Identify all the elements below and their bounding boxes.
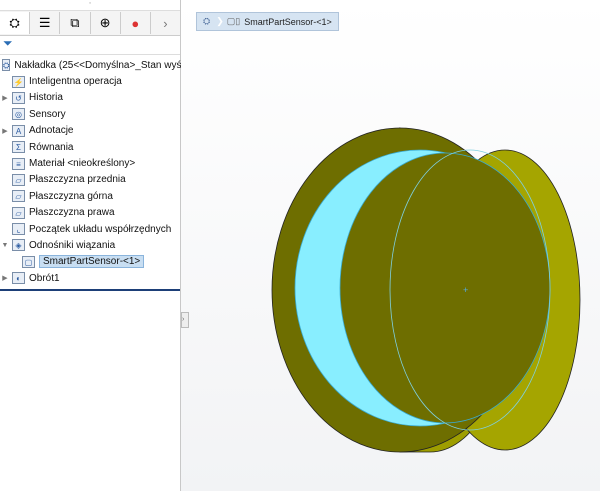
tree-item-label: Obrót1	[29, 272, 60, 284]
history-icon: ↺	[12, 91, 25, 104]
tree-item-label: SmartPartSensor-<1>	[39, 255, 145, 269]
tree-rollback-bar[interactable]	[0, 289, 180, 291]
material-icon: ≡	[12, 157, 25, 170]
part-icon: ⛭	[2, 59, 11, 72]
mate-reference-icon: ◈	[12, 239, 25, 252]
equation-icon: Σ	[12, 141, 25, 154]
tree-item[interactable]: ⌞ Początek układu współrzędnych	[0, 221, 180, 237]
tree-item-label: Równania	[29, 141, 74, 153]
tree-root-label: Nakładka (25<<Domyślna>_Stan wyświe	[14, 59, 197, 71]
tree-item[interactable]: ▶ ◐ Obrót1	[0, 270, 180, 286]
expand-arrow-icon[interactable]: ▶	[0, 274, 10, 282]
tab-feature-manager[interactable]: ⛭	[0, 12, 31, 34]
tree-item-label: Historia	[29, 92, 63, 104]
tree-item-label: Inteligentna operacja	[29, 76, 122, 88]
tree-item-label: Odnośniki wiązania	[29, 239, 116, 251]
plane-icon: ▱	[12, 206, 25, 219]
breadcrumb[interactable]: ⛭ ❯ ▢▯ SmartPartSensor-<1>	[196, 12, 339, 31]
filter-icon[interactable]: ⏷	[0, 36, 180, 55]
tree-item[interactable]: ▼ ◈ Odnośniki wiązania	[0, 237, 180, 253]
component-icon: ▢▯	[226, 16, 241, 26]
breadcrumb-item[interactable]: SmartPartSensor-<1>	[244, 17, 332, 27]
expand-arrow-icon[interactable]: ▶	[0, 127, 10, 135]
tree-item[interactable]: Σ Równania	[0, 139, 180, 155]
tab-dimxpert[interactable]: ⊕	[91, 12, 121, 34]
chevron-right-icon: ❯	[216, 16, 224, 26]
origin-icon: ⌞	[12, 223, 25, 236]
graphics-viewport[interactable]: +	[181, 0, 600, 491]
plane-icon: ▱	[12, 190, 25, 203]
tree-item[interactable]: ⚡ Inteligentna operacja	[0, 73, 180, 89]
part-icon: ⛭	[203, 16, 211, 26]
panel-tabs: ⛭ ☰ ⧉ ⊕ ● ›	[0, 11, 180, 36]
tree-item-label: Materiał <nieokreślony>	[29, 158, 136, 170]
tree-item[interactable]: ▢ SmartPartSensor-<1>	[0, 254, 180, 270]
tabs-more-chevron-icon[interactable]: ›	[151, 12, 180, 34]
tab-configuration-manager[interactable]: ⧉	[60, 12, 91, 34]
expand-arrow-icon[interactable]: ▶	[0, 94, 10, 102]
tree-item[interactable]: ▶ ↺ Historia	[0, 90, 180, 106]
panel-grip[interactable]: ◦	[0, 0, 180, 11]
tree-item[interactable]: ▶ A Adnotacje	[0, 123, 180, 139]
tree-item[interactable]: ▱ Płaszczyzna przednia	[0, 172, 180, 188]
plane-icon: ▱	[12, 173, 25, 186]
origin-marker: +	[463, 285, 468, 295]
tree-item-label: Płaszczyzna przednia	[29, 174, 126, 186]
feature-manager-panel: ◦ ⛭ ☰ ⧉ ⊕ ● › ⏷ ⛭ Nakładka (25<<Domyślna…	[0, 0, 196, 491]
tab-property-manager[interactable]: ☰	[30, 12, 61, 34]
tree-item[interactable]: ≡ Materiał <nieokreślony>	[0, 155, 180, 171]
inner-back-face	[339, 152, 551, 424]
tree-item-label: Adnotacje	[29, 125, 74, 137]
sensor-icon: ◎	[12, 108, 25, 121]
tree-item[interactable]: ◎ Sensory	[0, 106, 180, 122]
tree-root[interactable]: ⛭ Nakładka (25<<Domyślna>_Stan wyświe	[0, 57, 196, 73]
tree-item-label: Płaszczyzna górna	[29, 190, 113, 202]
collapse-arrow-icon[interactable]: ▼	[0, 242, 10, 249]
tree-item[interactable]: ▱ Płaszczyzna górna	[0, 188, 180, 204]
part-icon: ▢	[22, 255, 35, 268]
tree-item[interactable]: ▱ Płaszczyzna prawa	[0, 205, 180, 221]
tab-display-manager[interactable]: ●	[121, 12, 151, 34]
model-view: +	[271, 127, 581, 453]
tree-item-label: Początek układu współrzędnych	[29, 223, 172, 235]
tree-item-label: Sensory	[29, 108, 66, 120]
revolve-icon: ◐	[12, 272, 25, 285]
tree-item-label: Płaszczyzna prawa	[29, 207, 115, 219]
panel-collapse-handle[interactable]: ›	[181, 312, 189, 328]
smart-feature-icon: ⚡	[12, 75, 25, 88]
annotation-icon: A	[12, 124, 25, 137]
